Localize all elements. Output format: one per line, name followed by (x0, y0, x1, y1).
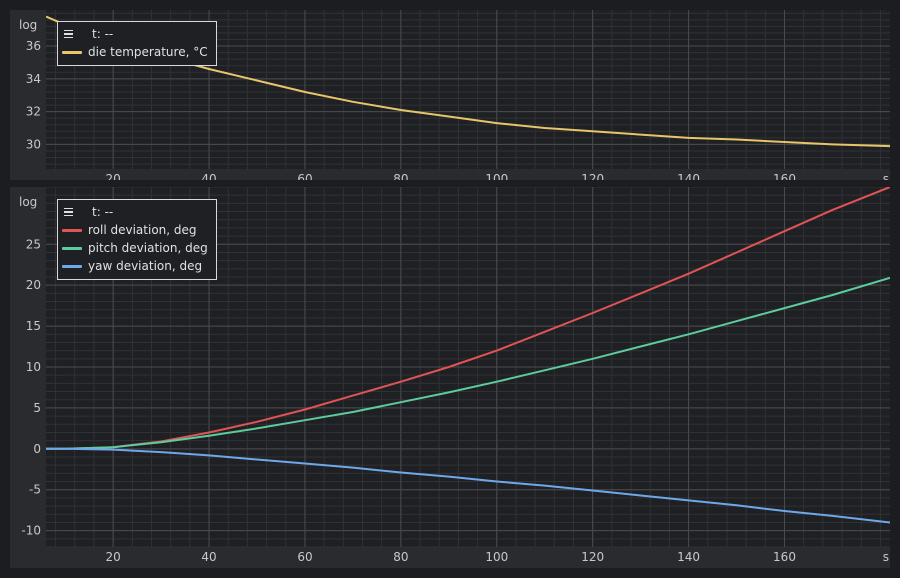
legend-swatch (62, 228, 82, 232)
x-tick-label: 120 (581, 172, 604, 180)
y-tick-label: 34 (26, 72, 41, 86)
legend-item-yaw-deviation[interactable]: yaw deviation, deg (62, 257, 208, 275)
x-tick-label: 100 (485, 550, 508, 564)
legend-item-label: die temperature, °C (88, 45, 208, 59)
x-tick-label: 20 (105, 172, 120, 180)
legend-item-roll-deviation[interactable]: roll deviation, deg (62, 221, 208, 239)
legend-header-row: t: -- (62, 25, 208, 43)
deviation-legend: t: -- roll deviation, deg pitch deviatio… (57, 199, 217, 280)
y-tick-label: 30 (26, 137, 41, 151)
menu-icon[interactable] (62, 203, 82, 221)
menu-icon[interactable] (62, 25, 82, 43)
legend-item-label: pitch deviation, deg (88, 241, 208, 255)
deviation-plot-panel[interactable]: 20 40 60 80 100 120 140 160 -10 -5 0 5 10 15 20 25 log s … (10, 187, 890, 568)
legend-item-die-temperature[interactable]: die temperature, °C (62, 43, 208, 61)
x-tick-label: 140 (677, 172, 700, 180)
x-tick-label: 60 (297, 172, 312, 180)
x-tick-label: 160 (773, 550, 796, 564)
legend-header-text: t: -- (92, 205, 114, 219)
y-tick-label: 0 (33, 442, 41, 456)
x-tick-label: 80 (393, 550, 408, 564)
legend-swatch (62, 50, 82, 54)
legend-header-row: t: -- (62, 203, 208, 221)
legend-swatch (62, 264, 82, 268)
x-axis-label: s (883, 550, 889, 564)
x-tick-label: 160 (773, 172, 796, 180)
y-axis-label: log (19, 18, 37, 32)
legend-item-label: yaw deviation, deg (88, 259, 203, 273)
y-tick-label: 15 (26, 319, 41, 333)
x-tick-label: 20 (105, 550, 120, 564)
legend-item-pitch-deviation[interactable]: pitch deviation, deg (62, 239, 208, 257)
x-tick-label: 120 (581, 550, 604, 564)
y-tick-label: 5 (33, 401, 41, 415)
y-tick-label: 20 (26, 278, 41, 292)
y-axis-label: log (19, 195, 37, 209)
x-tick-label: 40 (201, 172, 216, 180)
temperature-legend: t: -- die temperature, °C (57, 21, 217, 66)
x-tick-label: 80 (393, 172, 408, 180)
y-tick-label: -5 (29, 483, 41, 497)
x-tick-label: 100 (485, 172, 508, 180)
x-tick-label: 60 (297, 550, 312, 564)
y-tick-label: 10 (26, 360, 41, 374)
x-axis-label: s (883, 172, 889, 180)
y-tick-label: 25 (26, 237, 41, 251)
legend-item-label: roll deviation, deg (88, 223, 197, 237)
legend-swatch (62, 246, 82, 250)
y-tick-label: -10 (21, 524, 41, 538)
y-tick-label: 36 (26, 39, 41, 53)
legend-header-text: t: -- (92, 27, 114, 41)
x-tick-label: 140 (677, 550, 700, 564)
temperature-plot-panel[interactable]: 20 40 60 80 100 120 140 160 30 32 34 36 log s t: -- d… (10, 10, 890, 180)
y-tick-label: 32 (26, 105, 41, 119)
x-tick-label: 40 (201, 550, 216, 564)
